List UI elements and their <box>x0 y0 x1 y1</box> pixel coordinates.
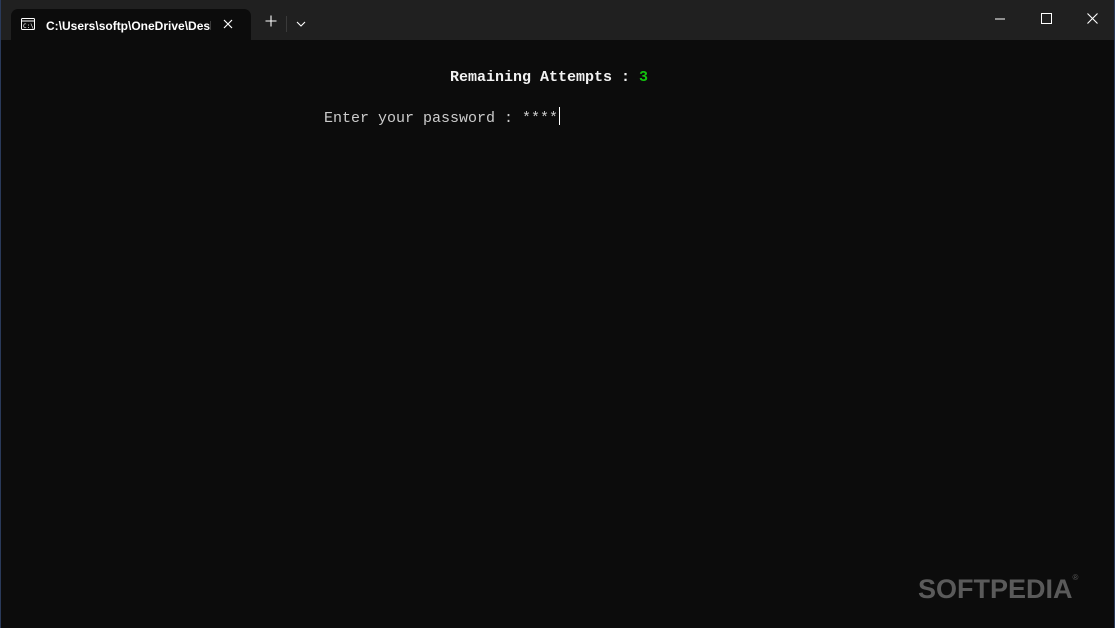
password-prompt-label: Enter your password : <box>324 110 523 127</box>
plus-icon <box>265 14 277 32</box>
tab-active[interactable]: C:\ C:\Users\softp\OneDrive\Desktop\Pass… <box>11 9 251 40</box>
attempts-label: Remaining Attempts : <box>450 69 640 86</box>
close-icon <box>1086 11 1098 29</box>
maximize-icon <box>1040 11 1052 29</box>
title-bar[interactable]: C:\ C:\Users\softp\OneDrive\Desktop\Pass… <box>1 0 1114 40</box>
terminal-output[interactable]: Remaining Attempts : 3 Enter your passwo… <box>1 40 1114 628</box>
text-cursor <box>559 107 561 125</box>
chevron-down-icon <box>296 14 306 32</box>
password-prompt-line[interactable]: Enter your password : **** <box>324 107 561 127</box>
tab-divider <box>286 16 287 32</box>
new-tab-button[interactable] <box>259 11 283 35</box>
minimize-icon <box>995 11 1005 29</box>
close-icon[interactable] <box>219 15 237 33</box>
password-mask[interactable]: **** <box>522 110 558 127</box>
svg-text:C:\: C:\ <box>23 23 34 30</box>
tab-title: C:\Users\softp\OneDrive\Desktop\Password… <box>46 19 211 33</box>
attempts-count: 3 <box>639 69 649 86</box>
watermark-text: SOFTPEDIA <box>918 574 1073 604</box>
registered-mark: ® <box>1072 573 1079 582</box>
minimize-button[interactable] <box>977 0 1023 40</box>
tab-dropdown-button[interactable] <box>290 11 312 35</box>
attempts-line: Remaining Attempts : 3 <box>450 69 648 86</box>
maximize-button[interactable] <box>1023 0 1069 40</box>
terminal-icon: C:\ <box>21 17 35 30</box>
terminal-window: C:\ C:\Users\softp\OneDrive\Desktop\Pass… <box>0 0 1115 628</box>
softpedia-watermark: SOFTPEDIA® <box>918 573 1078 605</box>
close-button[interactable] <box>1069 0 1115 40</box>
